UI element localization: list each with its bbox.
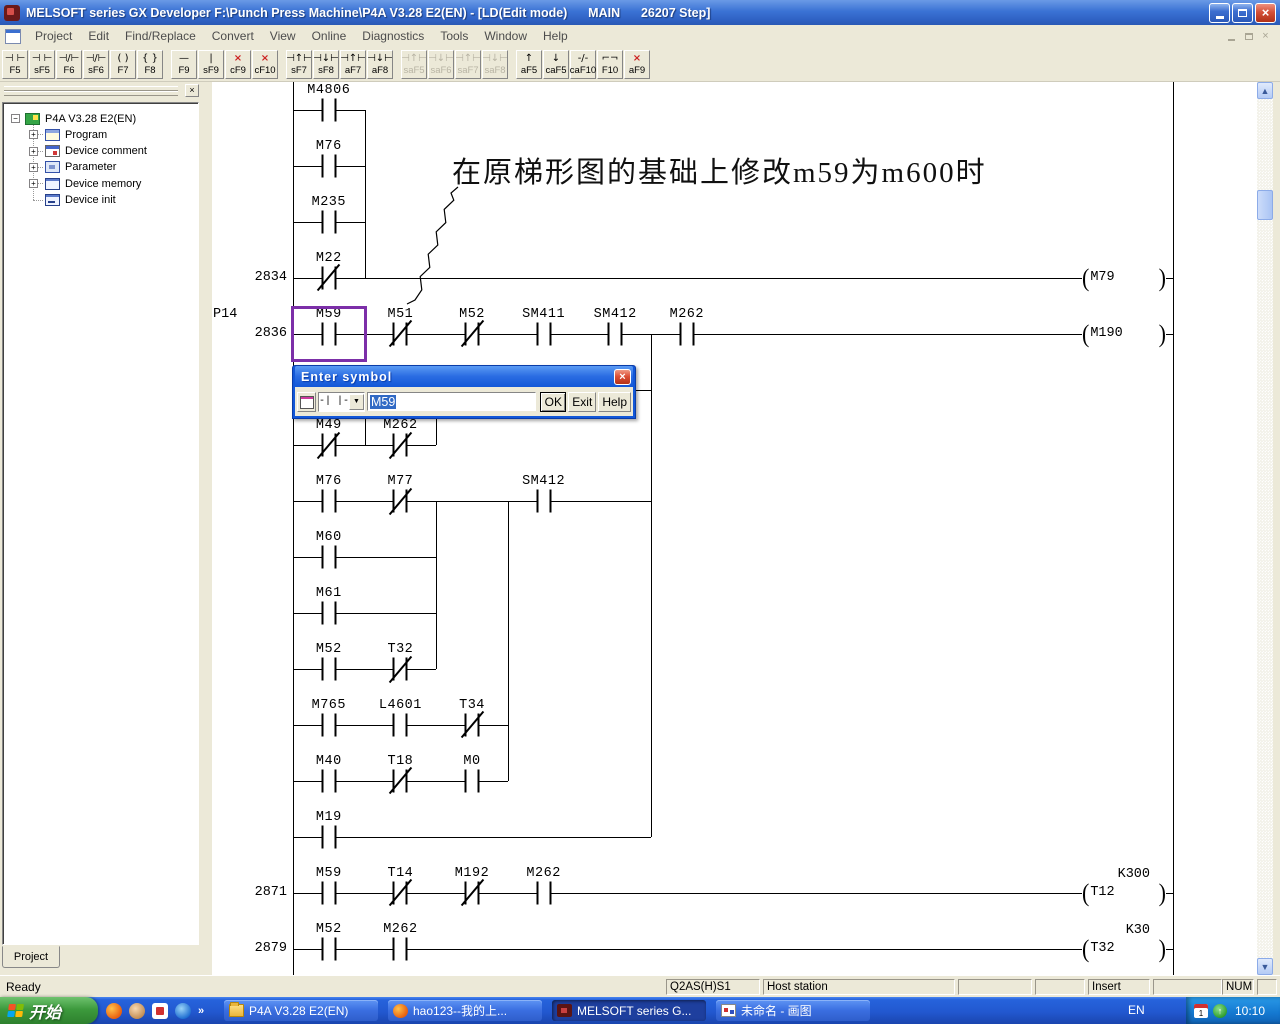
dialog-close-button[interactable]: × xyxy=(614,369,631,385)
melsoft-icon xyxy=(557,1004,572,1017)
windows-logo-icon xyxy=(7,1004,24,1018)
symbol-input-value: M59 xyxy=(370,395,396,409)
scroll-up-button[interactable]: ▲ xyxy=(1257,82,1273,99)
quick-launch-overflow-chevron[interactable]: » xyxy=(198,1005,204,1017)
device-list-icon xyxy=(300,396,314,409)
device-lookup-button[interactable] xyxy=(297,392,316,412)
task-button-firefox[interactable]: hao123--我的上... xyxy=(388,1000,542,1021)
annotation-text: 在原梯形图的基础上修改m59为m600时 xyxy=(452,149,987,191)
messenger-icon[interactable] xyxy=(129,1003,145,1019)
taskbar: 开始 » P4A V3.28 E2(EN) hao123--我的上... MELSO… xyxy=(0,997,1280,1024)
status-field-2 xyxy=(958,979,1032,995)
window-frame-edge xyxy=(1273,82,1280,975)
symbol-input[interactable]: M59 xyxy=(367,392,536,411)
firefox-icon xyxy=(393,1004,408,1018)
chevron-down-icon[interactable]: ▼ xyxy=(349,394,364,410)
status-field-7 xyxy=(1257,979,1277,995)
system-tray: 1 ↑ 10:10 xyxy=(1186,997,1280,1024)
status-field-5 xyxy=(1153,979,1222,995)
enter-symbol-dialog: Enter symbol × -| |- ▼ M59 OK Exit Help xyxy=(292,365,636,419)
status-ready: Ready xyxy=(6,980,41,994)
scroll-down-button[interactable]: ▼ xyxy=(1257,958,1273,975)
status-bar: Ready Q2AS(H)S1Host station Insert NUM xyxy=(0,975,1280,998)
ie-icon[interactable] xyxy=(175,1003,191,1019)
vertical-scrollbar[interactable]: ▲ ▼ xyxy=(1257,82,1273,975)
tray-clock: 10:10 xyxy=(1235,1004,1265,1018)
status-field-q2as-h-s1: Q2AS(H)S1 xyxy=(666,979,760,995)
scroll-thumb[interactable] xyxy=(1257,190,1273,220)
dialog-title: Enter symbol xyxy=(301,370,614,384)
firefox-icon[interactable] xyxy=(106,1003,122,1019)
dialog-title-bar[interactable]: Enter symbol × xyxy=(295,366,633,387)
folder-icon xyxy=(229,1004,244,1017)
paint-icon xyxy=(721,1004,736,1017)
status-field-insert: Insert xyxy=(1088,979,1150,995)
status-field-num: NUM xyxy=(1222,979,1254,995)
task-button-melsoft[interactable]: MELSOFT series G... xyxy=(552,1000,706,1021)
update-tray-icon[interactable]: ↑ xyxy=(1213,1004,1227,1018)
help-button[interactable]: Help xyxy=(598,392,631,412)
status-field-3 xyxy=(1035,979,1085,995)
exit-button[interactable]: Exit xyxy=(568,392,596,412)
language-indicator[interactable]: EN xyxy=(1128,1003,1145,1017)
task-button-folder[interactable]: P4A V3.28 E2(EN) xyxy=(224,1000,378,1021)
launcher-icon[interactable] xyxy=(152,1003,168,1019)
status-field-host-station: Host station xyxy=(763,979,955,995)
ok-button[interactable]: OK xyxy=(540,392,566,412)
start-label: 开始 xyxy=(29,999,61,1023)
start-button[interactable]: 开始 xyxy=(0,997,98,1024)
contact-type-value: -| |- xyxy=(319,396,349,407)
quick-launch-bar xyxy=(106,1003,198,1019)
dialog-body: -| |- ▼ M59 OK Exit Help xyxy=(295,387,633,416)
contact-type-dropdown[interactable]: -| |- ▼ xyxy=(318,392,365,412)
task-button-paint[interactable]: 未命名 - 画图 xyxy=(716,1000,870,1021)
calendar-tray-icon[interactable]: 1 xyxy=(1194,1004,1208,1018)
